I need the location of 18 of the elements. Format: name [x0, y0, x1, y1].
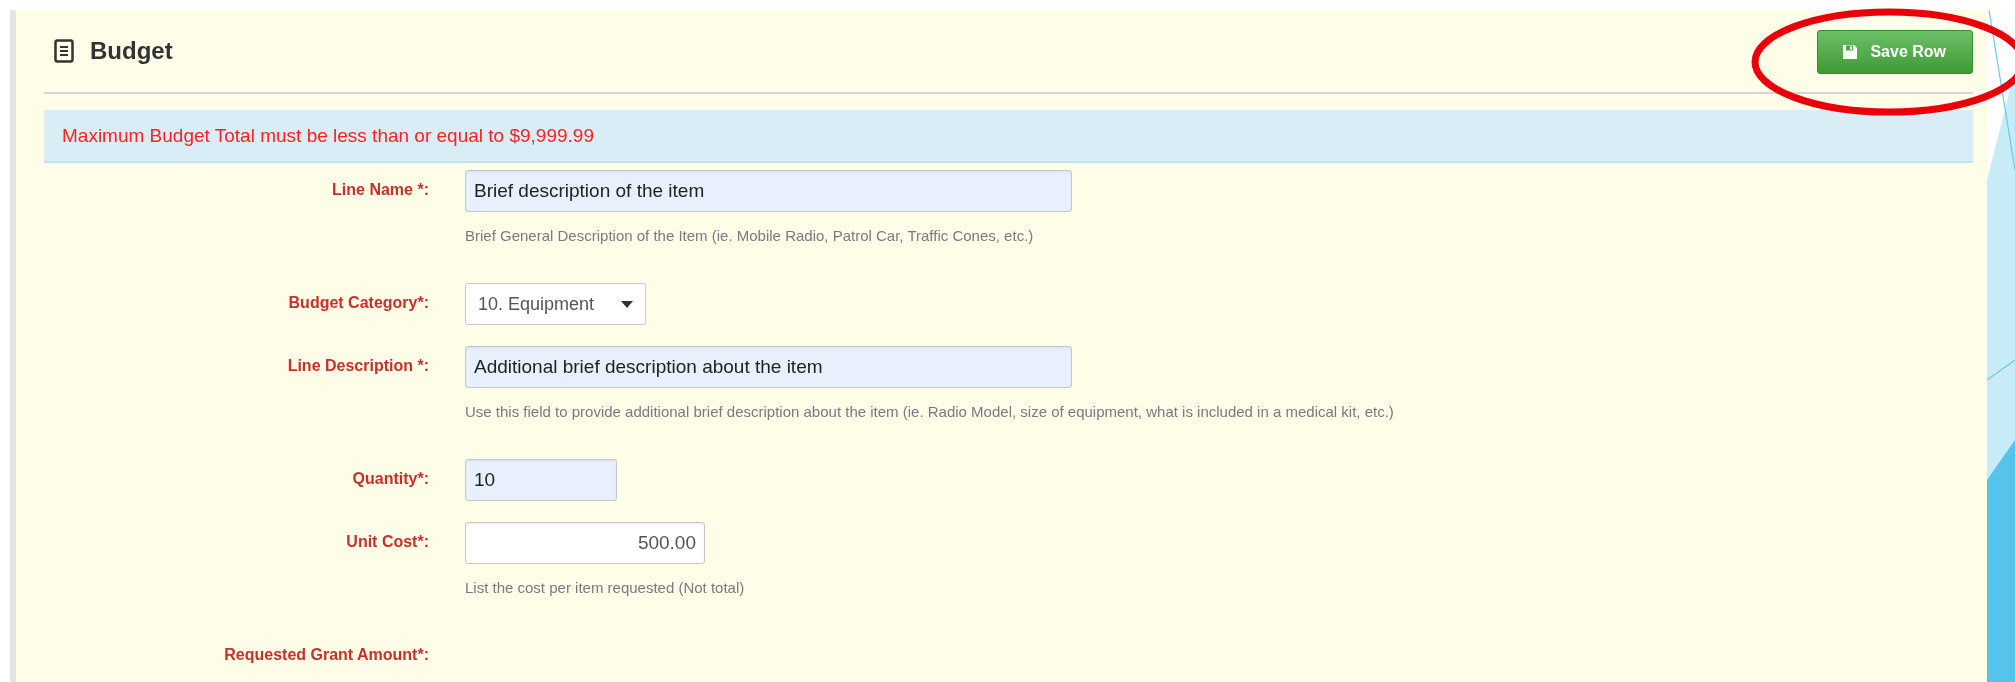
field-label: Budget Category*:	[287, 293, 429, 313]
alert-message: Maximum Budget Total must be less than or equal to $9,999.99	[44, 110, 1973, 163]
field-label: Line Description *:	[286, 356, 429, 376]
help-text: Use this field to provide additional brief description about the item (ie. Radio Model, size of equipment, what is included in a medical kit, etc.)	[465, 402, 1395, 422]
caret-icon	[621, 300, 633, 308]
input-field[interactable]: Additional brief description about the item	[465, 346, 1072, 388]
document-icon	[54, 39, 74, 63]
input-field[interactable]: Brief description of the item	[465, 170, 1072, 212]
section-title: Budget	[90, 37, 173, 65]
field-label: Unit Cost*:	[345, 532, 429, 552]
input-field[interactable]: 10	[465, 459, 617, 501]
help-text: Brief General Description of the Item (ie. Mobile Radio, Patrol Car, Traffic Cones, etc.)	[465, 226, 1035, 246]
help-text: List the cost per item requested (Not total)	[465, 578, 746, 598]
field-label: Requested Grant Amount*:	[223, 645, 429, 665]
category-select[interactable]: 10. Equipment	[465, 283, 646, 325]
field-label: Line Name *:	[331, 180, 429, 200]
input-field[interactable]: 500.00	[465, 522, 705, 564]
field-label: Quantity*:	[351, 469, 429, 489]
